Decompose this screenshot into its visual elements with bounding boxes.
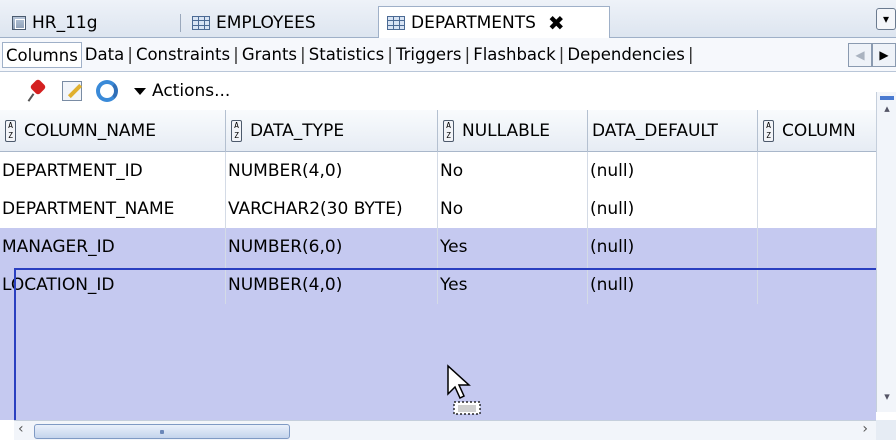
scroll-up-icon[interactable]: ▴	[877, 102, 896, 120]
subtab-flashback[interactable]: Flashback	[470, 42, 558, 68]
table-icon	[192, 16, 210, 30]
grid-header: A Z COLUMN_NAME A Z DATA_TYPE A Z NULLAB…	[0, 110, 876, 152]
scroll-left-icon[interactable]: ‹	[18, 421, 24, 437]
cell-column	[758, 152, 876, 190]
header-label: DATA_TYPE	[250, 121, 345, 141]
tab-label: EMPLOYEES	[216, 13, 316, 33]
header-label: NULLABLE	[462, 121, 550, 141]
subtab-grants[interactable]: Grants	[239, 42, 300, 68]
tab-departments[interactable]: DEPARTMENTS ✖	[378, 6, 610, 39]
tab-divider	[180, 14, 181, 32]
cell-column	[758, 266, 876, 304]
cell-column	[758, 228, 876, 266]
close-icon[interactable]: ✖	[548, 13, 565, 33]
cell-column-name: MANAGER_ID	[0, 228, 226, 266]
scrollbar-left-edge	[0, 420, 14, 440]
table-icon	[387, 16, 405, 30]
cell-data-default: (null)	[588, 266, 758, 304]
edit-icon[interactable]	[62, 81, 82, 101]
sort-icon: A Z	[763, 120, 774, 142]
columns-toolbar: Actions...	[0, 72, 876, 110]
tab-label: HR_11g	[32, 13, 98, 33]
header-data-default[interactable]: DATA_DEFAULT	[588, 110, 758, 152]
sort-icon: A Z	[443, 120, 454, 142]
subtab-data[interactable]: Data	[82, 42, 127, 68]
cell-data-type: NUMBER(4,0)	[226, 266, 438, 304]
cell-nullable: No	[438, 152, 588, 190]
subtab-separator: |	[687, 44, 694, 65]
cell-nullable: No	[438, 190, 588, 228]
scroll-right-icon[interactable]: ▶	[872, 43, 896, 67]
tab-list-button[interactable]: ▾	[876, 8, 896, 30]
table-row[interactable]: DEPARTMENT_ID NUMBER(4,0) No (null)	[0, 152, 876, 190]
subtab-statistics[interactable]: Statistics	[306, 42, 387, 68]
editor-tab-bar: HR_11g EMPLOYEES DEPARTMENTS ✖ ▾	[0, 0, 896, 39]
cell-column	[758, 190, 876, 228]
cell-data-default: (null)	[588, 152, 758, 190]
scroll-left-icon[interactable]: ◀	[848, 43, 872, 67]
cell-data-default: (null)	[588, 228, 758, 266]
tab-label: DEPARTMENTS	[411, 13, 536, 33]
sort-icon: A Z	[5, 120, 16, 142]
object-subtabs: Columns Data | Constraints | Grants | St…	[0, 38, 896, 72]
cell-nullable: Yes	[438, 266, 588, 304]
subtab-columns[interactable]: Columns	[2, 41, 82, 68]
pin-icon[interactable]	[28, 81, 48, 101]
chevron-down-icon	[134, 87, 146, 95]
drag-copy-cursor-icon	[447, 364, 481, 415]
cell-column-name: LOCATION_ID	[0, 266, 226, 304]
sort-icon: A Z	[231, 120, 242, 142]
cell-column-name: DEPARTMENT_NAME	[0, 190, 226, 228]
cell-column-name: DEPARTMENT_ID	[0, 152, 226, 190]
cell-data-type: VARCHAR2(30 BYTE)	[226, 190, 438, 228]
header-label: COLUMN	[782, 121, 856, 141]
subtab-triggers[interactable]: Triggers	[393, 42, 465, 68]
subtab-dependencies[interactable]: Dependencies	[564, 42, 687, 68]
table-row-selected[interactable]: MANAGER_ID NUMBER(6,0) Yes (null)	[0, 228, 876, 266]
header-column-name[interactable]: A Z COLUMN_NAME	[0, 110, 226, 152]
header-label: COLUMN_NAME	[24, 121, 156, 141]
database-icon	[12, 16, 26, 30]
tab-employees[interactable]: EMPLOYEES	[184, 8, 324, 38]
horizontal-scrollbar[interactable]: ‹ ›	[14, 420, 876, 440]
cell-data-default: (null)	[588, 190, 758, 228]
cell-data-type: NUMBER(4,0)	[226, 152, 438, 190]
columns-grid: A Z COLUMN_NAME A Z DATA_TYPE A Z NULLAB…	[0, 110, 876, 420]
vertical-scroll-thumb[interactable]	[880, 96, 894, 100]
actions-menu[interactable]: Actions...	[134, 81, 230, 101]
header-data-type[interactable]: A Z DATA_TYPE	[226, 110, 438, 152]
header-label: DATA_DEFAULT	[592, 121, 718, 141]
header-column[interactable]: A Z COLUMN	[758, 110, 876, 152]
table-row-selected[interactable]: LOCATION_ID NUMBER(4,0) Yes (null)	[0, 266, 876, 304]
tab-hr-11g[interactable]: HR_11g	[4, 8, 106, 38]
cell-data-type: NUMBER(6,0)	[226, 228, 438, 266]
vertical-scrollbar[interactable]: ▴ ▾	[876, 92, 896, 412]
cell-nullable: Yes	[438, 228, 588, 266]
horizontal-scroll-thumb[interactable]	[34, 424, 290, 439]
selection-area	[0, 304, 876, 420]
subtab-scroll-buttons: ◀ ▶	[848, 43, 896, 67]
scrollbar-corner	[876, 420, 896, 440]
table-row[interactable]: DEPARTMENT_NAME VARCHAR2(30 BYTE) No (nu…	[0, 190, 876, 228]
header-nullable[interactable]: A Z NULLABLE	[438, 110, 588, 152]
refresh-icon[interactable]	[96, 80, 118, 102]
scroll-right-icon[interactable]: ›	[862, 421, 868, 437]
actions-label: Actions...	[152, 81, 231, 101]
subtab-constraints[interactable]: Constraints	[133, 42, 233, 68]
scroll-down-icon[interactable]: ▾	[877, 390, 896, 408]
